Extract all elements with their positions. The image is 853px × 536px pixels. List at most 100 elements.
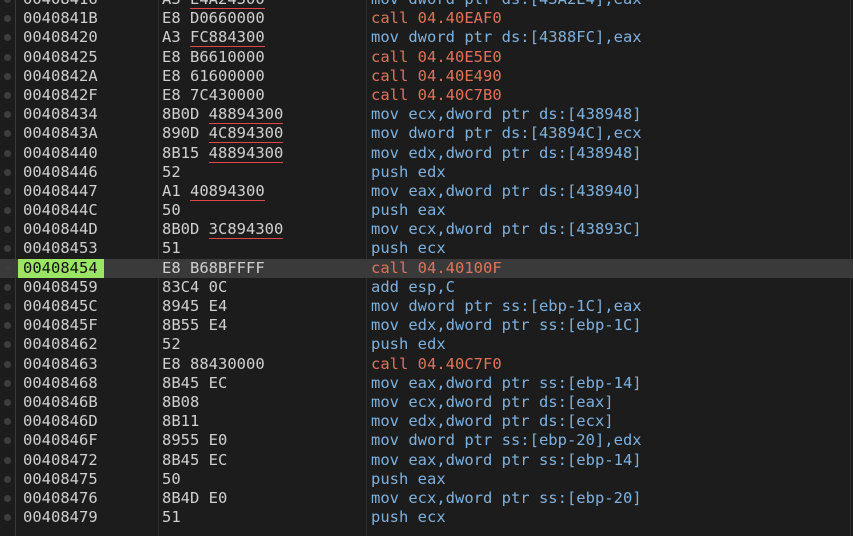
breakpoint-dot-icon[interactable]: [4, 187, 11, 195]
instruction-row[interactable]: 00408434 8B0D 48894300 mov ecx,dword ptr d…: [0, 105, 853, 125]
instruction-address: 0040846B: [23, 392, 98, 411]
disassembly-text: mov dword ptr ds:[4388FC],eax: [371, 28, 642, 47]
instruction-row[interactable]: 00408420 A3 FC884300 mov dword ptr ds:[438…: [0, 28, 853, 48]
breakpoint-dot-icon[interactable]: [4, 398, 11, 406]
breakpoint-dot-icon[interactable]: [4, 149, 11, 157]
disassembly-text: mov eax,dword ptr ss:[ebp-14]: [371, 450, 642, 469]
instruction-row[interactable]: 00408468 8B45 EC mov eax,dword ptr ss:[ebp…: [0, 374, 853, 393]
breakpoint-dot-icon[interactable]: [4, 0, 11, 3]
breakpoint-dot-icon[interactable]: [4, 322, 11, 330]
breakpoint-dot-icon[interactable]: [4, 15, 11, 23]
instruction-row[interactable]: 0040842F E8 7C430000 call 04.40C7B0: [0, 86, 853, 105]
opcode-bytes: E8: [162, 258, 181, 277]
instruction-address: 00408476: [23, 488, 98, 507]
opcode-bytes: 8945: [162, 297, 200, 315]
disassembly-view[interactable]: 00408416 A3 E4A24300 mov dword ptr ds:[43A…: [0, 0, 853, 536]
instruction-list: 00408416 A3 E4A24300 mov dword ptr ds:[43A…: [0, 0, 853, 527]
instruction-row[interactable]: 00408472 8B45 EC mov eax,dword ptr ss:[ebp…: [0, 451, 853, 470]
instruction-row[interactable]: 0040846D 8B11 mov edx,dword ptr ds:[ecx]: [0, 412, 853, 431]
instruction-row[interactable]: 0040844C 50 push eax: [0, 201, 853, 220]
instruction-row[interactable]: 00408476 8B4D E0 mov ecx,dword ptr ss:[ebp…: [0, 489, 853, 508]
operand-bytes: E0: [208, 431, 228, 450]
breakpoint-dot-icon[interactable]: [4, 360, 11, 368]
opcode-bytes: E8: [162, 9, 181, 28]
opcode-bytes: A3: [162, 28, 181, 47]
instruction-address: 00408479: [23, 508, 98, 527]
instruction-address: 0040843A: [23, 124, 98, 143]
instruction-row[interactable]: 00408440 8B15 48894300 mov edx,dword ptr d…: [0, 143, 853, 163]
instruction-row[interactable]: 00408416 A3 E4A24300 mov dword ptr ds:[43A…: [0, 0, 853, 9]
breakpoint-dot-icon[interactable]: [4, 72, 11, 80]
opcode-bytes: 8B15: [162, 143, 200, 162]
instruction-row[interactable]: 00408459 83C4 0C add esp,C: [0, 278, 853, 297]
instruction-bytes: 52: [162, 163, 181, 182]
opcode-bytes: 8B08: [162, 392, 200, 411]
breakpoint-dot-icon[interactable]: [4, 341, 11, 349]
breakpoint-dot-icon[interactable]: [4, 303, 11, 310]
instruction-row[interactable]: 00408462 52 push edx: [0, 335, 853, 354]
disassembly-text: push ecx: [371, 239, 446, 258]
breakpoint-dot-icon[interactable]: [4, 130, 11, 138]
breakpoint-dot-icon[interactable]: [4, 245, 11, 253]
instruction-bytes: E8 D0660000: [162, 9, 265, 28]
instruction-bytes: A1 40894300: [162, 181, 265, 201]
instruction-row[interactable]: 0040843A 890D 4C894300 mov dword ptr ds:[4…: [0, 124, 853, 144]
current-instruction-row[interactable]: 00408454 E8 B68BFFFF call 04.40100F: [0, 258, 853, 278]
breakpoint-dot-icon[interactable]: [4, 264, 11, 272]
operand-bytes: B68BFFFF: [190, 258, 265, 277]
breakpoint-dot-icon[interactable]: [4, 437, 11, 445]
instruction-row[interactable]: 0040845C 8945 E4 mov dword ptr ss:[ebp-1C]…: [0, 297, 853, 316]
instruction-row[interactable]: 00408479 51 push ecx: [0, 508, 853, 527]
breakpoint-dot-icon[interactable]: [4, 283, 11, 291]
breakpoint-dot-icon[interactable]: [4, 91, 11, 99]
breakpoint-dot-icon[interactable]: [4, 418, 11, 426]
disassembly-text: mov ecx,dword ptr ds:[438948]: [371, 105, 642, 124]
instruction-bytes: 8B0D 3C894300: [162, 220, 284, 240]
instruction-row[interactable]: 00408446 52 push edx: [0, 163, 853, 182]
instruction-bytes: 890D 4C894300: [162, 124, 284, 144]
instruction-address: 00408420: [23, 28, 98, 47]
instruction-row[interactable]: 0040842A E8 61600000 call 04.40E490: [0, 67, 853, 86]
disassembly-text: push ecx: [371, 508, 446, 527]
disassembly-text: push eax: [371, 469, 446, 488]
instruction-row[interactable]: 00408453 51 push ecx: [0, 239, 853, 258]
instruction-row[interactable]: 0040846B 8B08 mov ecx,dword ptr ds:[eax]: [0, 393, 853, 412]
opcode-bytes: 8B4D: [162, 488, 200, 507]
breakpoint-dot-icon[interactable]: [4, 34, 11, 42]
instruction-bytes: 8955 E0: [162, 431, 227, 450]
breakpoint-dot-icon[interactable]: [4, 494, 11, 502]
opcode-bytes: 51: [162, 239, 181, 258]
disassembly-text: push edx: [371, 162, 446, 181]
breakpoint-dot-icon[interactable]: [4, 475, 11, 483]
instruction-bytes: E8 7C430000: [162, 86, 265, 105]
instruction-bytes: A3 FC884300: [162, 28, 265, 48]
breakpoint-dot-icon[interactable]: [4, 456, 11, 464]
instruction-bytes: E8 B6610000: [162, 48, 265, 67]
opcode-bytes: 8B55: [162, 316, 200, 335]
instruction-address: 0040842F: [23, 85, 98, 104]
instruction-row[interactable]: 00408425 E8 B6610000 call 04.40E5E0: [0, 48, 853, 67]
breakpoint-dot-icon[interactable]: [4, 226, 11, 234]
opcode-bytes: E8: [162, 85, 181, 104]
instruction-row[interactable]: 0040845F 8B55 E4 mov edx,dword ptr ss:[ebp…: [0, 316, 853, 335]
breakpoint-dot-icon[interactable]: [4, 111, 11, 119]
breakpoint-dot-icon[interactable]: [4, 207, 11, 215]
instruction-address: 00408425: [23, 47, 98, 66]
instruction-row[interactable]: 0040846F 8955 E0 mov dword ptr ss:[ebp-20]…: [0, 431, 853, 450]
breakpoint-dot-icon[interactable]: [4, 514, 11, 522]
opcode-bytes: 8B0D: [162, 105, 200, 124]
instruction-bytes: 52: [162, 335, 181, 354]
instruction-row[interactable]: 00408463 E8 88430000 call 04.40C7F0: [0, 355, 853, 374]
instruction-row[interactable]: 0040844D 8B0D 3C894300 mov ecx,dword ptr d…: [0, 220, 853, 240]
instruction-row[interactable]: 00408475 50 push eax: [0, 470, 853, 489]
instruction-bytes: 8B15 48894300: [162, 143, 284, 163]
instruction-bytes: E8 88430000: [162, 355, 265, 374]
instruction-row[interactable]: 00408447 A1 40894300 mov eax,dword ptr ds:…: [0, 181, 853, 201]
breakpoint-dot-icon[interactable]: [4, 379, 11, 387]
breakpoint-dot-icon[interactable]: [4, 53, 11, 61]
instruction-address: 0040846F: [23, 431, 98, 450]
breakpoint-dot-icon[interactable]: [4, 168, 11, 176]
memory-reference-bytes: 48894300: [208, 105, 284, 125]
operand-bytes: E4: [208, 316, 228, 335]
instruction-row[interactable]: 0040841B E8 D0660000 call 04.40EAF0: [0, 9, 853, 28]
